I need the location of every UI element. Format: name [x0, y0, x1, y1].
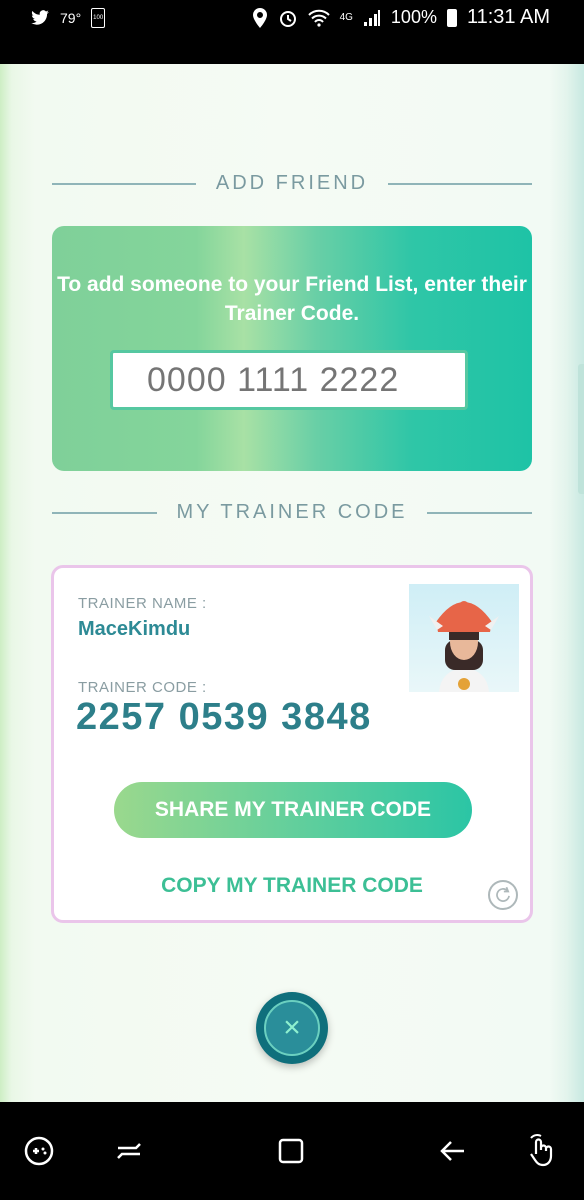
divider [388, 182, 533, 185]
add-friend-header: ADD FRIEND [52, 172, 533, 195]
close-icon: × [264, 1000, 320, 1056]
trainer-avatar [409, 584, 519, 692]
divider [427, 511, 532, 514]
wifi-icon [307, 9, 330, 27]
trainer-code-card: TRAINER NAME : MaceKimdu TRAINER CODE : … [51, 565, 533, 923]
avatar-image [429, 601, 499, 692]
signal-icon [363, 9, 380, 26]
battery-icon [446, 8, 457, 27]
divider [52, 511, 157, 514]
game-tools-icon[interactable] [22, 1134, 56, 1168]
trainer-name-label: TRAINER NAME : [78, 595, 207, 612]
recent-apps-icon[interactable] [112, 1134, 146, 1168]
clock: 11:31 AM [466, 6, 550, 28]
copy-trainer-code-link[interactable]: COPY MY TRAINER CODE [54, 874, 530, 898]
battery-percent: 100% [390, 7, 437, 27]
android-navigation-bar [0, 1102, 584, 1200]
trainer-code-input[interactable] [110, 350, 468, 410]
add-friend-card: To add someone to your Friend List, ente… [52, 226, 532, 471]
temperature: 79° [60, 10, 82, 26]
twitter-icon [31, 10, 49, 25]
home-icon[interactable] [274, 1134, 308, 1168]
close-button[interactable]: × [256, 992, 328, 1064]
add-friend-instruction: To add someone to your Friend List, ente… [57, 273, 527, 325]
location-icon [252, 7, 267, 28]
trainer-name: MaceKimdu [78, 618, 191, 640]
network-type: 4G [339, 12, 353, 23]
section-title: ADD FRIEND [215, 172, 369, 194]
status-bar: 79° 100 4G 100% 11:31 AM [0, 0, 584, 64]
battery-saver-icon: 100 [91, 8, 106, 28]
touch-gesture-icon[interactable] [526, 1134, 560, 1168]
refresh-icon[interactable] [488, 880, 518, 910]
divider [52, 182, 196, 185]
alarm-icon [279, 10, 296, 27]
back-icon[interactable] [436, 1134, 470, 1168]
trainer-code-value: 2257 0539 3848 [76, 696, 372, 738]
share-trainer-code-button[interactable]: SHARE MY TRAINER CODE [114, 782, 472, 838]
edge-panel-handle[interactable] [578, 364, 584, 494]
friend-screen: ADD FRIEND To add someone to your Friend… [0, 64, 584, 1102]
section-title: MY TRAINER CODE [176, 501, 408, 523]
trainer-code-label: TRAINER CODE : [78, 679, 207, 696]
my-trainer-code-header: MY TRAINER CODE [52, 501, 532, 524]
